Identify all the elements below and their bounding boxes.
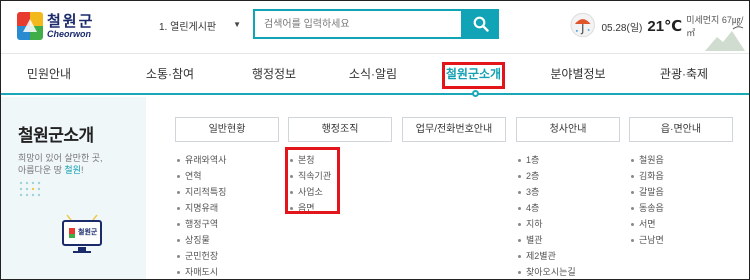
- weather-date: 05.28(일): [601, 22, 643, 34]
- menu-column-header[interactable]: 업무/전화번호안내: [402, 117, 506, 142]
- menu-link[interactable]: 상징물: [175, 232, 279, 248]
- subtitle-prefix: 아름다운 땅: [18, 165, 65, 175]
- menu-link[interactable]: 군민헌장: [175, 248, 279, 264]
- monitor-logo-text: 철원군: [78, 229, 98, 236]
- site-menu-select-value: 1. 열린게시판: [159, 21, 217, 33]
- site-header: 철원군 Cheorwon 1. 열린게시판 ▼ 05: [1, 1, 749, 53]
- menu-link[interactable]: 찾아오시는길: [516, 264, 620, 279]
- umbrella-weather-icon: [570, 12, 595, 38]
- menu-link[interactable]: 철원읍: [629, 152, 733, 168]
- active-nav-indicator: [472, 90, 479, 97]
- nav-item-civil-service[interactable]: 민원안내: [17, 54, 81, 94]
- nav-item-news[interactable]: 소식·알림: [341, 54, 405, 94]
- menu-link[interactable]: 행정구역: [175, 216, 279, 232]
- logo-emblem-icon: [17, 12, 43, 40]
- search-input[interactable]: [255, 11, 425, 37]
- menu-link[interactable]: 지명유래: [175, 200, 279, 216]
- menu-link[interactable]: 김화읍: [629, 168, 733, 184]
- menu-column-header[interactable]: 일반현황: [175, 117, 279, 142]
- search-icon: [473, 16, 489, 32]
- menu-link[interactable]: 자매도시: [175, 264, 279, 279]
- organization-items-highlight: [285, 147, 340, 214]
- subtitle-suffix: !: [80, 165, 84, 175]
- menu-link[interactable]: 1층: [516, 152, 620, 168]
- menu-link[interactable]: 제2별관: [516, 248, 620, 264]
- nav-item-field-info[interactable]: 분야별정보: [543, 54, 613, 94]
- nav-item-administration[interactable]: 행정정보: [242, 54, 306, 94]
- menu-column-phone-guide: 업무/전화번호안내: [402, 117, 506, 142]
- site-logo[interactable]: 철원군 Cheorwon: [17, 9, 101, 43]
- logo-korean: 철원군: [47, 12, 95, 30]
- weather-temperature: 21℃: [647, 18, 683, 35]
- nav-item-tourism[interactable]: 관광·축제: [652, 54, 716, 94]
- active-nav-highlight: [442, 62, 505, 89]
- page-frame: 철원군 Cheorwon 1. 열린게시판 ▼ 05: [0, 0, 750, 280]
- caret-down-icon: ▼: [233, 20, 241, 29]
- menu-link[interactable]: 3층: [516, 184, 620, 200]
- site-menu-select[interactable]: 1. 열린게시판 ▼: [159, 16, 243, 34]
- mega-menu-title: 철원군소개: [18, 126, 94, 145]
- logo-text: 철원군 Cheorwon: [47, 14, 94, 39]
- mega-menu-panel: 철원군소개 희망이 있어 살만한 곳, 아름다운 땅 철원! 철원군 일반현황 …: [1, 97, 749, 279]
- menu-link[interactable]: 서면: [629, 216, 733, 232]
- main-navigation: 민원안내 소통·참여 행정정보 소식·알림 철원군소개 분야별정보 관광·축제: [1, 53, 749, 95]
- logo-english: Cheorwon: [47, 28, 91, 39]
- search-button[interactable]: [463, 9, 499, 39]
- mega-menu-subtitle-line2: 아름다운 땅 철원!: [18, 163, 83, 176]
- menu-column-building: 청사안내 1층 2층 3층 4층 지하 별관 제2별관 찾아오시는길: [516, 117, 620, 279]
- menu-column-general: 일반현황 유래와역사 연혁 지리적특징 지명유래 행정구역 상징물 군민헌장 자…: [175, 117, 279, 279]
- menu-link[interactable]: 지하: [516, 216, 620, 232]
- menu-link[interactable]: 4층: [516, 200, 620, 216]
- menu-column-header[interactable]: 행정조직: [288, 117, 392, 142]
- menu-link[interactable]: 2층: [516, 168, 620, 184]
- mega-menu-intro: 철원군소개 희망이 있어 살만한 곳, 아름다운 땅 철원! 철원군: [1, 97, 146, 279]
- menu-link[interactable]: 동송읍: [629, 200, 733, 216]
- menu-column-header[interactable]: 청사안내: [516, 117, 620, 142]
- menu-link[interactable]: 유래와역사: [175, 152, 279, 168]
- monitor-illustration-icon: 철원군: [61, 213, 103, 253]
- menu-column-towns: 읍·면안내 철원읍 김화읍 갈말읍 동송읍 서면 근남면: [629, 117, 733, 248]
- menu-link[interactable]: 근남면: [629, 232, 733, 248]
- search-box: [253, 9, 463, 39]
- menu-link[interactable]: 연혁: [175, 168, 279, 184]
- menu-link[interactable]: 갈말읍: [629, 184, 733, 200]
- menu-link[interactable]: 지리적특징: [175, 184, 279, 200]
- menu-column-header[interactable]: 읍·면안내: [629, 117, 733, 142]
- mountain-decoration-icon: [705, 26, 745, 51]
- menu-link[interactable]: 별관: [516, 232, 620, 248]
- nav-item-communication[interactable]: 소통·참여: [138, 54, 202, 94]
- subtitle-highlight: 철원: [64, 165, 81, 175]
- dot-pattern-decoration: [19, 181, 41, 197]
